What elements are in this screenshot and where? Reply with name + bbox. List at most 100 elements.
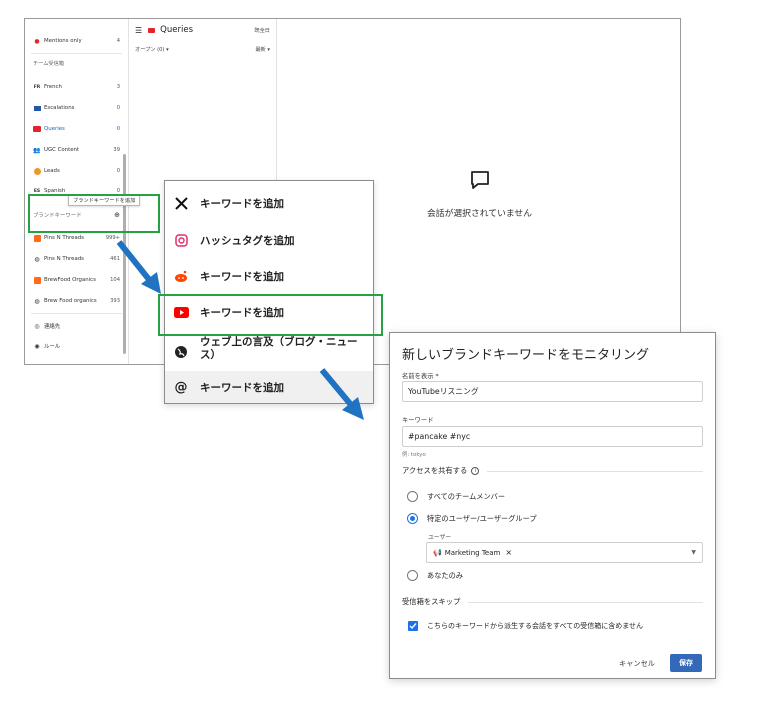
user-chip: 📢 Marketing Team × [433, 548, 512, 557]
inbox-title: Queries [160, 25, 193, 35]
sidebar-item-brand-2[interactable]: ◍ Pins N Threads 461 [33, 252, 120, 266]
keyword-hint: 例: tokyo [402, 452, 426, 458]
remove-chip-icon[interactable]: × [505, 548, 512, 557]
menu-item-web[interactable]: ウェブ上の言及（ブログ・ニュース） [165, 336, 373, 368]
divider [468, 601, 703, 603]
skip-heading: 受信箱をスキップ [402, 597, 461, 606]
web-icon: ◍ [34, 297, 40, 305]
dialog-title: 新しいブランドキーワードをモニタリング [402, 348, 650, 363]
keyword-input[interactable]: #pancake #nyc [402, 426, 703, 447]
sort-filter-label: 最新 [255, 47, 266, 53]
menu-item-label: キーワードを追加 [200, 197, 284, 210]
sidebar-item-escalations[interactable]: Escalations 0 [33, 101, 120, 115]
menu-item-label: キーワードを追加 [200, 381, 284, 394]
access-heading: アクセスを共有する [402, 466, 468, 475]
cancel-button[interactable]: キャンセル [619, 659, 655, 669]
checkbox-label: こちらのキーワードから派生する会話をすべての受信箱に含めません [427, 622, 644, 630]
sidebar-item-mentions[interactable]: ● Mentions only 4 [33, 34, 120, 48]
display-name-input[interactable]: YouTubeリスニング [402, 381, 703, 402]
sidebar-item-label: French [44, 84, 62, 90]
sidebar-item-label: UGC Content [44, 147, 80, 153]
menu-item-reddit[interactable]: キーワードを追加 [165, 265, 373, 287]
skip-section-header: 受信箱をスキップ [402, 597, 703, 607]
sidebar-item-contacts[interactable]: ◎ 連絡先 [33, 319, 120, 333]
megaphone-icon: 📢 [433, 548, 442, 557]
sidebar-item-count: 0 [116, 126, 120, 132]
skip-inbox-option[interactable]: こちらのキーワードから派生する会話をすべての受信箱に含めません [408, 621, 643, 631]
sidebar-item-leads[interactable]: Leads 0 [33, 164, 120, 178]
radio-label: あなたのみ [427, 570, 463, 580]
menu-item-label: ウェブ上の言及（ブログ・ニュース） [200, 336, 358, 361]
monitor-keyword-dialog: 新しいブランドキーワードをモニタリング 名前を表示 * YouTubeリスニング… [389, 332, 716, 679]
chevron-down-icon[interactable]: ▼ [691, 549, 696, 556]
reddit-badge-icon [33, 234, 41, 242]
user-select[interactable]: 📢 Marketing Team × ▼ [426, 542, 703, 563]
sidebar-item-brand-1[interactable]: Pins N Threads 999+ [33, 231, 120, 245]
access-section-header: アクセスを共有する i [402, 466, 703, 476]
arrow-to-menu [116, 240, 161, 294]
sidebar-item-brand-3[interactable]: BrewFood Organics 104 [33, 273, 120, 287]
sidebar-item-label: Brew Food organics [44, 298, 97, 304]
divider [31, 53, 122, 54]
radio-button[interactable] [407, 570, 418, 581]
queries-icon [148, 27, 156, 33]
divider [31, 313, 122, 314]
folder-icon [33, 105, 41, 111]
save-button[interactable]: 保存 [670, 654, 702, 672]
chat-bubble-icon [471, 171, 489, 189]
instagram-icon [173, 232, 189, 248]
sidebar-item-ugc[interactable]: 👥 UGC Content 39 [33, 143, 120, 157]
contacts-icon: ◎ [34, 322, 40, 330]
radio-button[interactable] [407, 491, 418, 502]
status-filter[interactable]: オープン (0) ▾ [135, 46, 169, 53]
access-option-specific[interactable]: 特定のユーザー/ユーザーグループ [407, 513, 537, 524]
sidebar-item-label: Mentions only [44, 38, 82, 44]
sidebar-item-count: 4 [116, 38, 120, 44]
divider [487, 470, 703, 472]
rules-icon: ◉ [34, 342, 40, 350]
info-icon[interactable]: i [471, 467, 480, 475]
sidebar-item-count: 3 [116, 84, 120, 90]
user-chip-label: Marketing Team [444, 548, 501, 557]
highlight-box [158, 294, 383, 336]
arrow-to-dialog [319, 368, 364, 420]
queries-icon [33, 126, 41, 132]
sidebar-item-label: Leads [44, 168, 60, 174]
reddit-badge-icon [33, 276, 41, 284]
leads-icon [33, 167, 41, 175]
menu-item-instagram[interactable]: ハッシュタグを追加 [165, 229, 373, 251]
highlight-box [28, 194, 160, 233]
reddit-icon [173, 268, 189, 284]
sidebar-item-french[interactable]: FR French 3 [33, 80, 120, 94]
fr-badge-icon: FR [33, 84, 41, 90]
sidebar-item-count: 0 [116, 168, 120, 174]
es-badge-icon: ES [33, 188, 41, 194]
x-logo-icon [173, 195, 189, 211]
check-icon [409, 623, 417, 630]
sidebar-item-count: 0 [116, 105, 120, 111]
sidebar-item-label: Escalations [44, 105, 75, 111]
menu-item-x[interactable]: キーワードを追加 [165, 192, 373, 214]
web-icon: ◍ [34, 255, 40, 263]
radio-button-selected[interactable] [407, 513, 418, 524]
sidebar-item-rules[interactable]: ◉ ルール [33, 339, 120, 353]
sidebar: ● Mentions only 4 チーム受信箱 FR French 3 Esc… [25, 19, 129, 364]
sidebar-item-queries[interactable]: Queries 0 [33, 122, 120, 136]
radio-label: 特定のユーザー/ユーザーグループ [427, 513, 537, 523]
keyword-label: キーワード [402, 417, 434, 424]
sidebar-item-label: Pins N Threads [44, 235, 84, 241]
sidebar-item-brand-4[interactable]: ◍ Brew Food organics 393 [33, 294, 120, 308]
sidebar-item-label: 連絡先 [44, 324, 61, 330]
sort-filter[interactable]: 最新 ▾ [255, 46, 270, 53]
inbox-header: ☰ Queries 既全日 [135, 23, 270, 37]
access-option-only-you[interactable]: あなたのみ [407, 570, 463, 581]
access-option-all[interactable]: すべてのチームメンバー [407, 491, 505, 502]
mark-all-button[interactable]: 既全日 [254, 27, 270, 34]
sidebar-item-count: 393 [110, 298, 120, 304]
checkbox-checked[interactable] [408, 621, 418, 631]
menu-icon[interactable]: ☰ [135, 26, 142, 35]
filter-row: オープン (0) ▾ 最新 ▾ [135, 46, 270, 53]
sidebar-item-label: Queries [44, 126, 65, 132]
sidebar-item-label: BrewFood Organics [44, 277, 96, 283]
threads-icon: @ [174, 379, 188, 395]
